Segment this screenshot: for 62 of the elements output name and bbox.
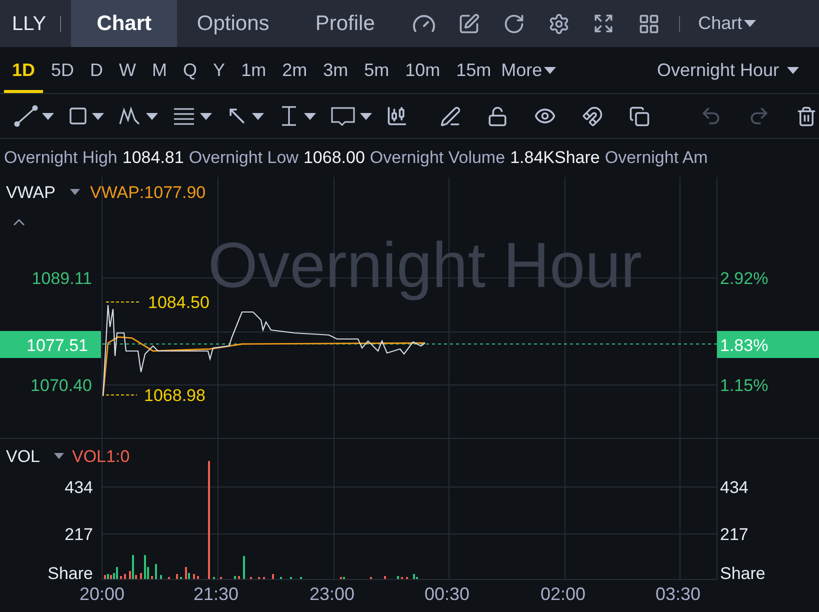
last-price-badge: 1077.51 bbox=[0, 331, 101, 358]
indicator-value: VOL1:0 bbox=[72, 447, 130, 466]
caret-icon[interactable] bbox=[54, 453, 64, 459]
stat-value: 1068.00 bbox=[303, 148, 365, 168]
more-dropdown[interactable]: More bbox=[499, 47, 566, 93]
period-tab[interactable]: M bbox=[144, 47, 176, 93]
stat-label: Overnight High bbox=[4, 148, 118, 168]
last-change-badge: 1.83% bbox=[717, 331, 819, 358]
chart-dropdown[interactable]: Chart bbox=[688, 0, 766, 47]
text-tool-icon[interactable] bbox=[330, 105, 372, 127]
tab[interactable]: Chart bbox=[71, 0, 178, 47]
copy-icon[interactable] bbox=[629, 106, 650, 126]
percent-tick: 1.15% bbox=[720, 376, 768, 395]
indicator-value: VWAP:1077.90 bbox=[90, 183, 206, 202]
price-tick: 1089.11 bbox=[32, 269, 92, 288]
period-tab[interactable]: Y bbox=[205, 47, 234, 93]
indicator-name[interactable]: VWAP bbox=[6, 183, 56, 202]
stat-label: Overnight Am bbox=[604, 148, 708, 168]
period-tab[interactable]: 15m bbox=[448, 47, 500, 93]
time-tick: 23:00 bbox=[309, 584, 355, 605]
tab[interactable]: Profile bbox=[289, 0, 402, 47]
period-tab[interactable]: 3m bbox=[315, 47, 356, 93]
time-tick: 03:30 bbox=[655, 584, 701, 605]
collapse-icon[interactable] bbox=[13, 218, 25, 226]
caret-icon[interactable] bbox=[70, 189, 80, 195]
line-tool-icon[interactable] bbox=[14, 105, 54, 127]
volume-tick: Share bbox=[48, 564, 93, 580]
stat-label: Overnight Low bbox=[188, 148, 298, 168]
volume-tick: Share bbox=[720, 564, 766, 580]
rectangle-tool-icon[interactable] bbox=[68, 106, 104, 126]
percent-tick: 2.92% bbox=[720, 269, 768, 288]
stat-value: 1084.81 bbox=[122, 148, 184, 168]
tab[interactable]: Options bbox=[177, 0, 290, 47]
period-tab[interactable]: W bbox=[111, 47, 144, 93]
fib-tool-icon[interactable] bbox=[172, 105, 212, 127]
indicator-name[interactable]: VOL bbox=[6, 447, 40, 466]
time-tick: 20:00 bbox=[79, 584, 125, 605]
volume-tick: 434 bbox=[64, 478, 93, 497]
volume-tick: 434 bbox=[720, 478, 748, 497]
time-tick: 02:00 bbox=[540, 584, 586, 605]
period-tab[interactable]: 5D bbox=[43, 47, 82, 93]
session-dropdown[interactable]: Overnight Hour bbox=[646, 47, 819, 93]
trash-icon[interactable] bbox=[796, 106, 817, 126]
period-tab[interactable]: 2m bbox=[274, 47, 316, 93]
period-tab[interactable]: 1D bbox=[4, 47, 44, 93]
pencil-icon[interactable] bbox=[440, 106, 461, 126]
period-tab[interactable]: Q bbox=[175, 47, 206, 93]
time-tick: 00:30 bbox=[424, 584, 470, 605]
volume-tick: 217 bbox=[64, 525, 93, 544]
stat-label: Overnight Volume bbox=[370, 148, 506, 168]
time-tick: 21:30 bbox=[193, 584, 239, 605]
period-tab[interactable]: D bbox=[82, 47, 112, 93]
stat-value: 1.84KShare bbox=[510, 148, 600, 168]
pattern-tool-icon[interactable] bbox=[118, 105, 158, 127]
magnet-icon[interactable] bbox=[582, 106, 603, 126]
unlock-icon[interactable] bbox=[487, 106, 508, 126]
period-tab[interactable]: 1m bbox=[233, 47, 274, 93]
period-tab[interactable]: 5m bbox=[356, 47, 398, 93]
volume-tick: 217 bbox=[720, 525, 748, 544]
candlestick-icon[interactable] bbox=[386, 105, 408, 127]
price-tick: 1070.40 bbox=[30, 376, 92, 395]
period-tab[interactable]: 10m bbox=[397, 47, 448, 93]
